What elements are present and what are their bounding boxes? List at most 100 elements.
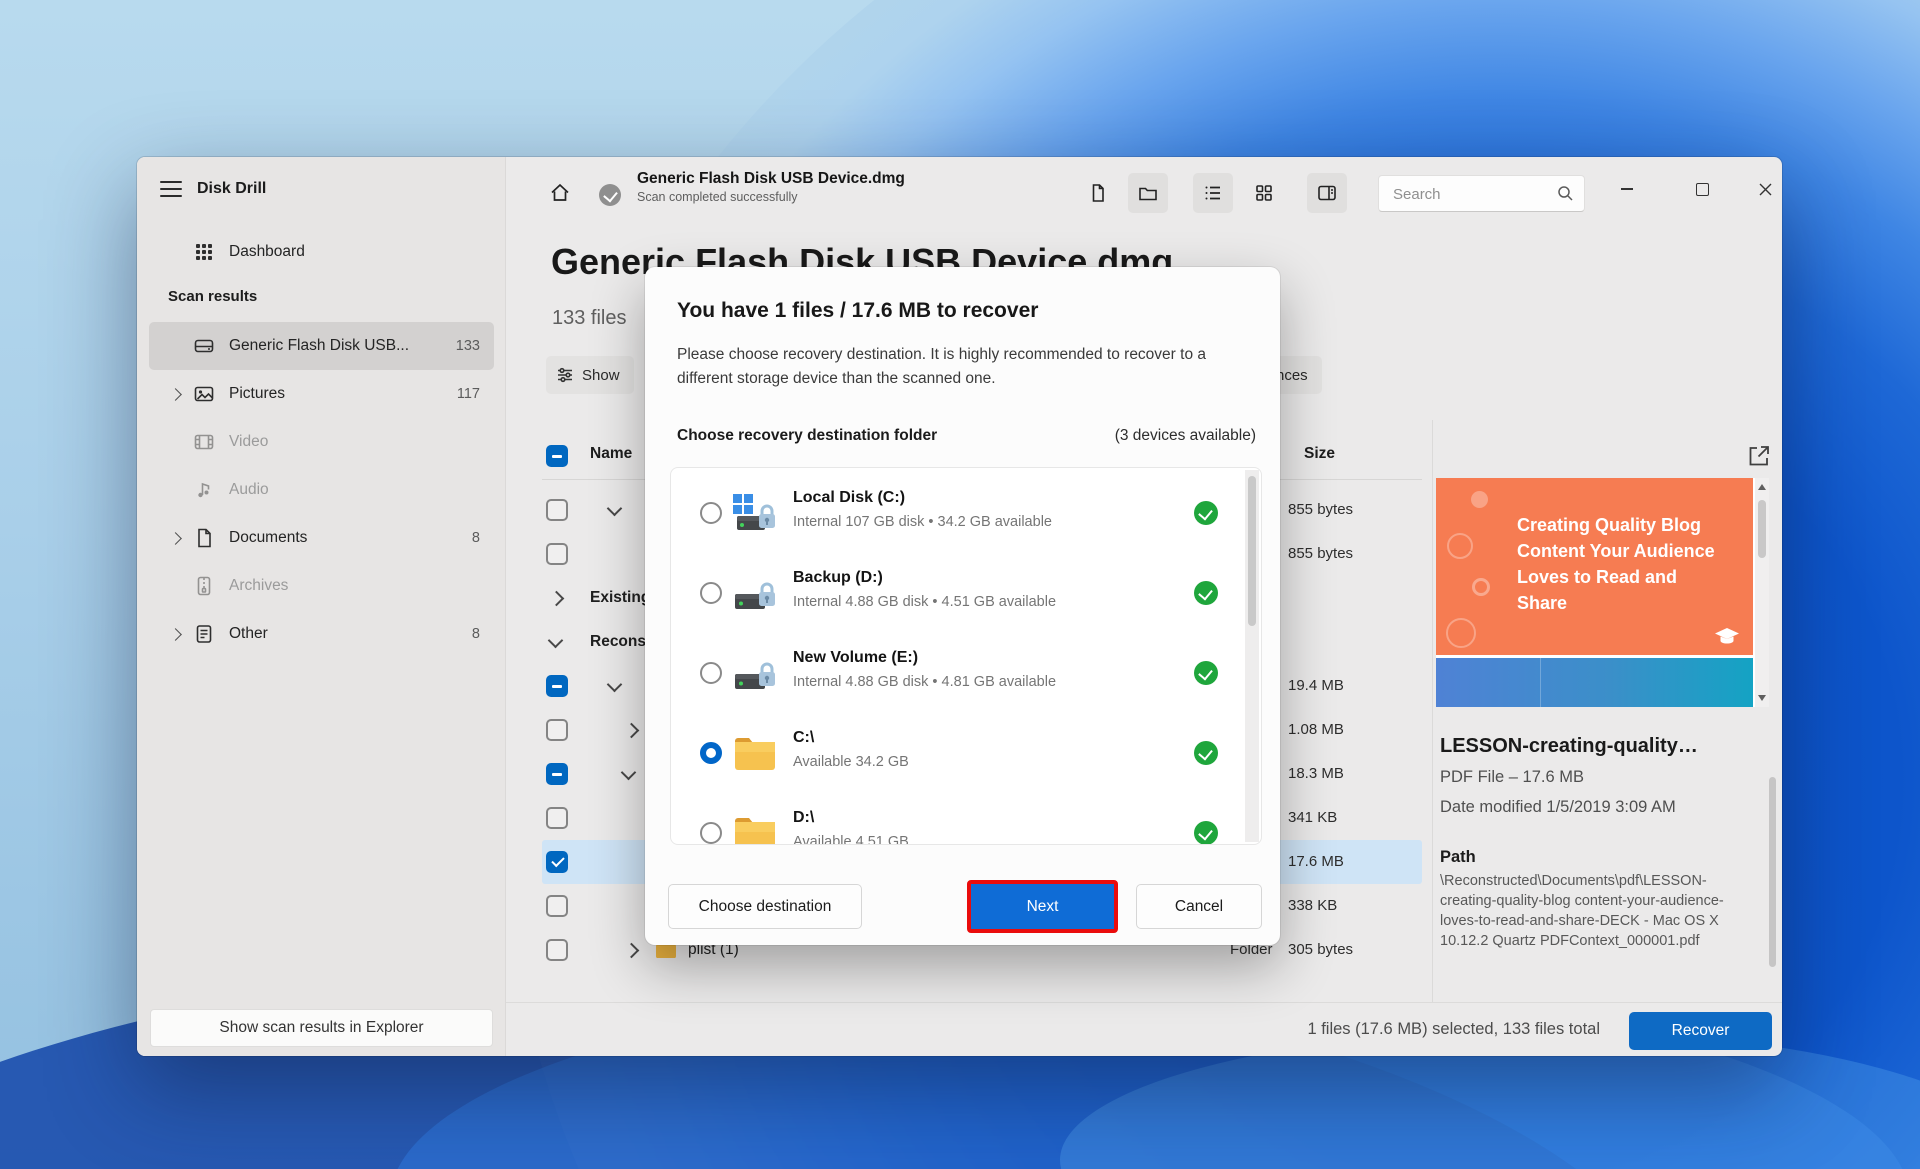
column-header-size[interactable]: Size (1304, 445, 1335, 463)
close-button[interactable] (1742, 169, 1782, 209)
preview-scrollbar[interactable] (1755, 478, 1769, 707)
file-preview[interactable]: Creating Quality Blog Content Your Audie… (1436, 478, 1769, 707)
grid-view-button[interactable] (1244, 173, 1284, 213)
destination-name: C:\ (793, 729, 815, 746)
preview-panel-toggle-button[interactable] (1307, 173, 1347, 213)
radio-unselected[interactable] (700, 502, 722, 524)
row-checkbox[interactable] (546, 675, 568, 697)
select-all-checkbox[interactable] (546, 445, 568, 467)
home-button[interactable] (540, 173, 580, 213)
show-filter-button[interactable]: Show (546, 356, 634, 394)
scroll-thumb[interactable] (1248, 476, 1256, 626)
destination-local-disk-c[interactable]: Local Disk (C:) Internal 107 GB disk • 3… (671, 473, 1247, 553)
sidebar-item-generic-flash-disk[interactable]: Generic Flash Disk USB... 133 (149, 322, 494, 370)
row-checkbox[interactable] (546, 763, 568, 785)
sidebar-item-label: Documents (229, 529, 308, 546)
destination-details: Available 4.51 GB (793, 834, 909, 845)
destination-list-scrollbar[interactable] (1245, 470, 1259, 842)
chevron-down-icon[interactable] (606, 500, 623, 517)
scroll-down-arrow[interactable] (1758, 695, 1766, 701)
open-preview-external-icon[interactable] (1746, 443, 1772, 469)
list-view-button[interactable] (1193, 173, 1233, 213)
destination-name: Backup (D:) (793, 569, 883, 586)
row-checkbox[interactable] (546, 543, 568, 565)
destination-backup-d[interactable]: Backup (D:) Internal 4.88 GB disk • 4.51… (671, 553, 1247, 633)
pdf-slide-preview: Creating Quality Blog Content Your Audie… (1436, 478, 1753, 655)
sidebar-item-other[interactable]: Other 8 (149, 610, 494, 658)
destination-c-root[interactable]: C:\ Available 34.2 GB (671, 713, 1247, 793)
bottom-bar: 1 files (17.6 MB) selected, 133 files to… (506, 1002, 1782, 1056)
choose-destination-button[interactable]: Choose destination (668, 884, 862, 929)
row-checkbox[interactable] (546, 807, 568, 829)
selection-status: 1 files (17.6 MB) selected, 133 files to… (1307, 1020, 1600, 1038)
maximize-button[interactable] (1679, 169, 1725, 209)
recover-button[interactable]: Recover (1629, 1012, 1772, 1050)
chevron-down-icon[interactable] (606, 676, 623, 693)
row-checkbox[interactable] (546, 499, 568, 521)
file-view-button[interactable] (1078, 173, 1118, 213)
slide-title: Creating Quality Blog Content Your Audie… (1517, 515, 1715, 613)
group-label: Existing (590, 589, 651, 606)
cancel-button[interactable]: Cancel (1136, 884, 1262, 929)
destination-name: New Volume (E:) (793, 649, 919, 666)
sidebar-item-label: Pictures (229, 385, 285, 402)
sidebar-item-video: Video (149, 418, 494, 466)
show-scan-results-in-explorer-button[interactable]: Show scan results in Explorer (150, 1009, 493, 1047)
ok-check-icon (1194, 581, 1218, 605)
sidebar-item-documents[interactable]: Documents 8 (149, 514, 494, 562)
chevron-down-icon[interactable] (620, 764, 637, 781)
row-checkbox[interactable] (546, 719, 568, 741)
recovery-chances-button-fragment[interactable]: nces (1276, 356, 1322, 394)
row-size: 305 bytes (1288, 941, 1354, 958)
devices-available-label: (3 devices available) (1114, 427, 1256, 444)
folder-view-button[interactable] (1128, 173, 1168, 213)
row-size: 855 bytes (1288, 501, 1354, 518)
radio-unselected[interactable] (700, 662, 722, 684)
row-size: 855 bytes (1288, 545, 1354, 562)
path-label: Path (1440, 848, 1476, 866)
panel-divider (1432, 420, 1433, 1002)
radio-unselected[interactable] (700, 822, 722, 844)
row-size: 17.6 MB (1288, 853, 1344, 870)
search-box[interactable] (1378, 175, 1585, 212)
sidebar: Disk Drill Dashboard Scan results Generi… (137, 157, 506, 1056)
chevron-right-icon[interactable] (623, 942, 640, 959)
radio-unselected[interactable] (700, 582, 722, 604)
next-button[interactable]: Next (967, 880, 1118, 933)
search-input[interactable] (1391, 177, 1555, 212)
chevron-right-icon[interactable] (623, 722, 640, 739)
desktop: Disk Drill Dashboard Scan results Generi… (0, 0, 1920, 1169)
panel-scrollbar-thumb[interactable] (1769, 777, 1776, 967)
chevron-right-icon[interactable] (169, 388, 182, 401)
radio-selected[interactable] (700, 742, 722, 764)
destination-d-root[interactable]: D:\ Available 4.51 GB (671, 793, 1247, 845)
column-header-name[interactable]: Name (590, 445, 632, 463)
chevron-down-icon[interactable] (547, 632, 564, 649)
ok-check-icon (1194, 661, 1218, 685)
row-size: 338 KB (1288, 897, 1338, 914)
file-count-badge: 117 (456, 386, 480, 402)
sidebar-item-label: Video (229, 433, 269, 450)
windows-drive-icon (731, 493, 779, 535)
scroll-thumb[interactable] (1758, 500, 1766, 558)
sidebar-item-pictures[interactable]: Pictures 117 (149, 370, 494, 418)
scroll-up-arrow[interactable] (1758, 484, 1766, 490)
destination-name: D:\ (793, 809, 815, 826)
destination-new-volume-e[interactable]: New Volume (E:) Internal 4.88 GB disk • … (671, 633, 1247, 713)
minimize-button[interactable] (1604, 169, 1650, 209)
row-checkbox[interactable] (546, 895, 568, 917)
chevron-right-icon[interactable] (169, 628, 182, 641)
sidebar-item-archives: Archives (149, 562, 494, 610)
ok-check-icon (1194, 501, 1218, 525)
chevron-right-icon[interactable] (169, 532, 182, 545)
hamburger-menu-icon[interactable] (160, 181, 182, 199)
destination-details: Internal 4.88 GB disk • 4.51 GB availabl… (793, 594, 1057, 610)
chevron-right-icon[interactable] (548, 590, 565, 607)
dialog-body-text: Please choose recovery destination. It i… (677, 346, 1206, 387)
document-icon (193, 527, 215, 549)
filter-sliders-icon (558, 367, 572, 383)
sidebar-item-dashboard[interactable]: Dashboard (149, 228, 494, 276)
row-checkbox[interactable] (546, 851, 568, 873)
row-checkbox[interactable] (546, 939, 568, 961)
sidebar-item-audio: Audio (149, 466, 494, 514)
